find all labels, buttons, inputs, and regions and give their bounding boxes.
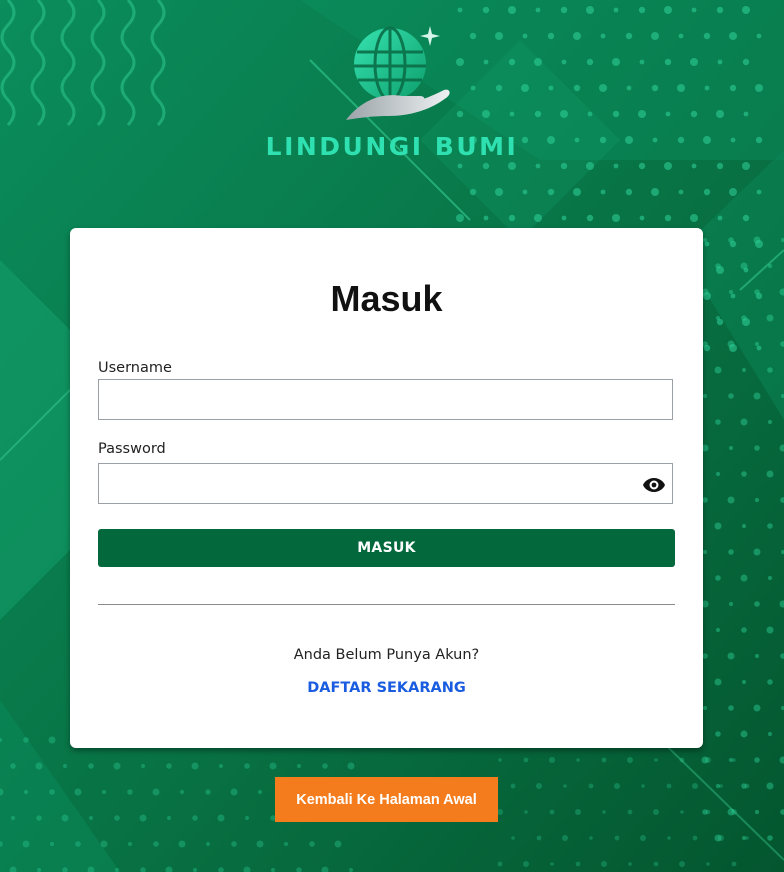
register-link[interactable]: DAFTAR SEKARANG bbox=[307, 680, 466, 696]
login-card: Masuk Username Password MASUK Anda Belum… bbox=[70, 228, 703, 748]
eye-icon[interactable] bbox=[642, 473, 666, 497]
divider bbox=[98, 604, 675, 605]
register-link-row: DAFTAR SEKARANG bbox=[70, 680, 703, 696]
password-input[interactable] bbox=[98, 463, 673, 504]
username-input[interactable] bbox=[98, 379, 673, 420]
brand-logo: LINDUNGI BUMI bbox=[262, 22, 522, 162]
brand-name: LINDUNGI BUMI bbox=[265, 132, 519, 161]
globe-hand-icon bbox=[346, 26, 450, 120]
page-title: Masuk bbox=[330, 278, 443, 319]
register-prompt: Anda Belum Punya Akun? bbox=[293, 647, 480, 663]
username-label: Username bbox=[98, 360, 172, 376]
login-button[interactable]: MASUK bbox=[98, 529, 675, 567]
back-to-home-button[interactable]: Kembali Ke Halaman Awal bbox=[275, 777, 498, 822]
password-label: Password bbox=[98, 441, 166, 457]
